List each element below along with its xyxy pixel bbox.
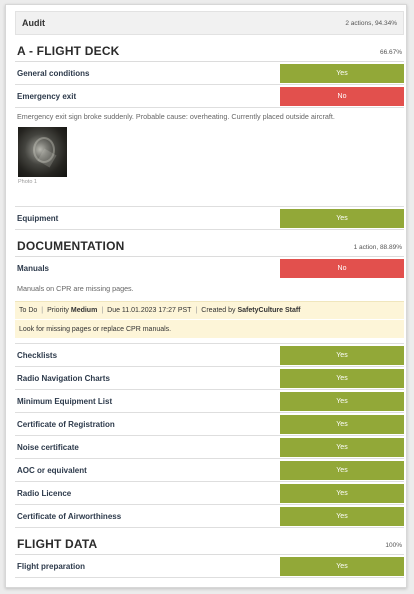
action-status: To Do [19, 307, 38, 314]
separator: | [195, 307, 198, 314]
question-row-radio-navigation-charts: Radio Navigation Charts Yes [15, 367, 404, 390]
question-row-emergency-exit: Emergency exit No [15, 85, 404, 108]
answer-badge-yes: Yes [280, 483, 404, 503]
question-label: Emergency exit [17, 91, 77, 101]
answer-badge-yes: Yes [280, 391, 404, 411]
question-row-checklists: Checklists Yes [15, 344, 404, 367]
section-header-documentation: DOCUMENTATION 1 action, 88.89% [15, 230, 404, 257]
action-priority-label: Priority [47, 307, 69, 314]
answer-badge-yes: Yes [280, 208, 404, 228]
answer-badge-yes: Yes [280, 506, 404, 526]
separator: | [101, 307, 104, 314]
answer-badge-yes: Yes [280, 437, 404, 457]
question-label: Noise certificate [17, 442, 79, 452]
question-row-noise-certificate: Noise certificate Yes [15, 436, 404, 459]
separator: | [41, 307, 44, 314]
action-priority: Medium [70, 307, 98, 314]
section-title: DOCUMENTATION [17, 239, 125, 253]
question-row-flight-preparation: Flight preparation Yes [15, 555, 404, 578]
audit-summary-bar: Audit 2 actions, 94.34% [15, 11, 404, 35]
question-label: Radio Navigation Charts [17, 373, 110, 383]
audit-report-page: Audit 2 actions, 94.34% A - FLIGHT DECK … [5, 4, 407, 588]
answer-badge-yes: Yes [280, 368, 404, 388]
question-label: Certificate of Airworthiness [17, 511, 122, 521]
photo-caption: Photo 1 [18, 178, 37, 185]
section-title: FLIGHT DATA [17, 537, 98, 551]
question-row-radio-licence: Radio Licence Yes [15, 482, 404, 505]
question-label: AOC or equivalent [17, 465, 87, 475]
question-row-minimum-equipment-list: Minimum Equipment List Yes [15, 390, 404, 413]
manuals-note: Manuals on CPR are missing pages. [17, 284, 134, 293]
question-label: Flight preparation [17, 561, 85, 571]
action-created-by: SafetyCulture Staff [237, 307, 301, 314]
answer-badge-yes: Yes [280, 345, 404, 365]
question-label: Checklists [17, 350, 58, 360]
emergency-exit-note: Emergency exit sign broke suddenly. Prob… [17, 112, 335, 121]
question-row-manuals: Manuals No [15, 257, 404, 280]
question-row-certificate-of-registration: Certificate of Registration Yes [15, 413, 404, 436]
answer-badge-yes: Yes [280, 556, 404, 576]
answer-badge-yes: Yes [280, 460, 404, 480]
action-due: Due 11.01.2023 17:27 PST [107, 307, 192, 314]
action-created-by-label: Created by [201, 307, 236, 314]
answer-badge-yes: Yes [280, 414, 404, 434]
action-meta[interactable]: To Do | Priority Medium | Due 11.01.2023… [15, 301, 404, 319]
emergency-exit-details: Emergency exit sign broke suddenly. Prob… [15, 108, 404, 207]
question-label: Radio Licence [17, 488, 72, 498]
manuals-note-block: Manuals on CPR are missing pages. [15, 280, 404, 301]
question-row-aoc-or-equivalent: AOC or equivalent Yes [15, 459, 404, 482]
action-description[interactable]: Look for missing pages or replace CPR ma… [15, 319, 404, 338]
answer-badge-yes: Yes [280, 63, 404, 83]
section-title: A - FLIGHT DECK [17, 44, 120, 58]
question-label: General conditions [17, 68, 90, 78]
report-content: Audit 2 actions, 94.34% A - FLIGHT DECK … [15, 11, 404, 578]
question-row-certificate-of-airworthiness: Certificate of Airworthiness Yes [15, 505, 404, 528]
question-label: Certificate of Registration [17, 419, 115, 429]
question-label: Minimum Equipment List [17, 396, 113, 406]
section-header-flight-data: FLIGHT DATA 100% [15, 528, 404, 555]
section-score: 100% [385, 542, 402, 549]
answer-badge-no: No [280, 259, 404, 278]
question-label: Equipment [17, 213, 59, 223]
section-score: 66.67% [379, 49, 402, 56]
section-score: 1 action, 88.89% [353, 244, 402, 251]
section-header-flight-deck: A - FLIGHT DECK 66.67% [15, 35, 404, 62]
question-row-general-conditions: General conditions Yes [15, 62, 404, 85]
question-label: Manuals [17, 264, 50, 273]
answer-badge-no: No [280, 86, 404, 106]
audit-score: 2 actions, 94.34% [345, 19, 397, 27]
audit-title: Audit [22, 18, 45, 28]
emergency-exit-photo[interactable] [18, 126, 67, 177]
question-row-equipment: Equipment Yes [15, 207, 404, 230]
